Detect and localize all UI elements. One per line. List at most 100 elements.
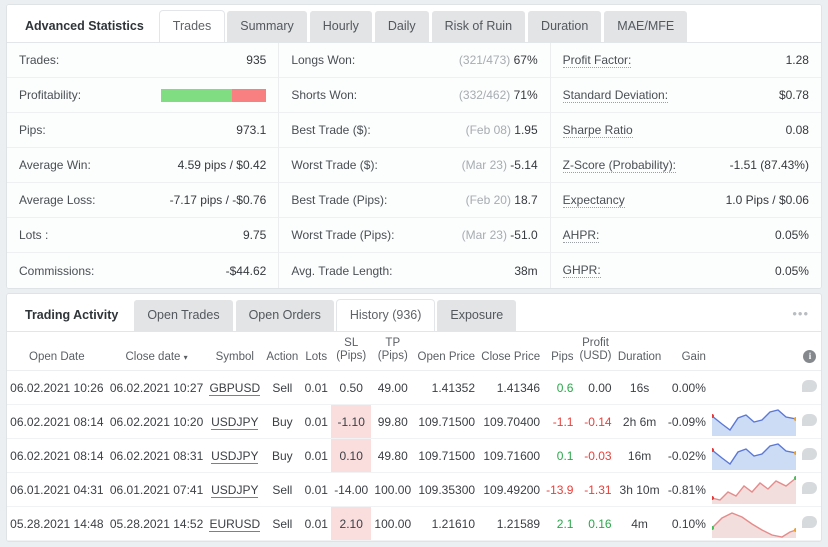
cell-action: Sell xyxy=(263,472,302,507)
comment-bubble-icon[interactable] xyxy=(802,414,818,426)
cell-lots: 0.01 xyxy=(301,472,332,507)
stat-row-z-score-probability: Z-Score (Probability): -1.51 (87.43%) xyxy=(550,148,821,183)
sparkline-chart xyxy=(711,511,796,538)
table-row[interactable]: 06.02.2021 10:26 06.02.2021 10:27 GBPUSD Se… xyxy=(7,370,821,405)
stat-value-main: 18.7 xyxy=(514,193,538,207)
stat-row-profit-factor: Profit Factor: 1.28 xyxy=(550,43,821,78)
table-row[interactable]: 06.02.2021 08:14 06.02.2021 10:20 USDJPY Bu… xyxy=(7,404,821,439)
tab-activity-open-trades[interactable]: Open Trades xyxy=(134,300,233,331)
cell-close-date: 05.28.2021 14:52 xyxy=(106,506,207,541)
cell-action: Sell xyxy=(263,370,302,405)
stat-value-detail: (Mar 23) xyxy=(461,228,507,242)
stat-label[interactable]: Sharpe Ratio xyxy=(562,123,633,138)
symbol-link[interactable]: GBPUSD xyxy=(209,380,261,396)
cell-profit-usd: -1.31 xyxy=(576,472,615,507)
stat-value-main: -$44.62 xyxy=(225,263,267,278)
col-close-price[interactable]: Close Price xyxy=(478,332,544,371)
col-profit-usd[interactable]: Profit (USD) xyxy=(576,332,615,371)
cell-symbol[interactable]: USDJPY xyxy=(206,404,264,439)
tab-activity-history-936[interactable]: History (936) xyxy=(336,300,435,331)
tab-stats-hourly[interactable]: Hourly xyxy=(309,11,372,42)
cell-symbol[interactable]: GBPUSD xyxy=(206,370,264,405)
col-profit-line1: Profit xyxy=(582,337,609,349)
cell-duration: 16s xyxy=(614,370,665,405)
cell-comment[interactable] xyxy=(798,370,821,405)
col-tp-pips[interactable]: TP (Pips) xyxy=(371,332,415,371)
stat-label: Pips: xyxy=(19,123,46,137)
stat-label[interactable]: Profit Factor: xyxy=(562,53,632,68)
cell-symbol[interactable]: EURUSD xyxy=(206,506,264,541)
stat-label[interactable]: Standard Deviation: xyxy=(562,88,669,103)
stat-value: 1.0 Pips / $0.06 xyxy=(726,193,809,207)
symbol-link[interactable]: USDJPY xyxy=(211,448,259,464)
tab-stats-summary[interactable]: Summary xyxy=(227,11,307,42)
col-action[interactable]: Action xyxy=(263,332,302,371)
cell-comment[interactable] xyxy=(798,404,821,439)
cell-close-price: 1.41346 xyxy=(478,370,544,405)
tab-activity-exposure[interactable]: Exposure xyxy=(437,300,517,331)
cell-comment[interactable] xyxy=(798,506,821,541)
stat-label[interactable]: AHPR: xyxy=(562,228,600,243)
tab-stats-daily[interactable]: Daily xyxy=(374,11,429,42)
cell-tp-pips: 100.00 xyxy=(371,472,415,507)
stat-row-worst-trade-pips: Worst Trade (Pips): (Mar 23) -51.0 xyxy=(279,218,550,253)
tab-stats-duration[interactable]: Duration xyxy=(528,11,602,42)
col-open-price[interactable]: Open Price xyxy=(414,332,479,371)
comment-bubble-icon[interactable] xyxy=(802,448,818,460)
stat-value-detail: (321/473) xyxy=(458,53,511,67)
stat-row-lots: Lots : 9.75 xyxy=(7,218,279,253)
history-table-header: Open Date Close date ▾ Symbol Action Lot… xyxy=(7,332,821,371)
col-close-date-label: Close date xyxy=(125,351,181,363)
col-symbol[interactable]: Symbol xyxy=(206,332,264,371)
stat-label[interactable]: Z-Score (Probability): xyxy=(562,158,677,173)
stat-value-main: -5.14 xyxy=(510,158,538,172)
cell-open-date: 06.01.2021 04:31 xyxy=(7,472,107,507)
stat-value-main: 973.1 xyxy=(236,123,267,137)
stat-label[interactable]: Expectancy xyxy=(562,193,625,208)
activity-tabstrip: Trading Activity Open Trades Open Orders Hi… xyxy=(7,294,821,332)
stat-label: Avg. Trade Length: xyxy=(291,263,393,278)
comment-bubble-icon[interactable] xyxy=(802,516,818,528)
overflow-menu-icon[interactable]: ••• xyxy=(792,306,809,321)
comment-bubble-icon[interactable] xyxy=(802,482,818,494)
tab-stats-risk-of-ruin[interactable]: Risk of Ruin xyxy=(431,11,526,42)
col-sl-pips[interactable]: SL (Pips) xyxy=(331,332,372,371)
stat-row-worst-trade: Worst Trade ($): (Mar 23) -5.14 xyxy=(279,148,550,183)
tab-stats-trades[interactable]: Trades xyxy=(159,11,225,42)
col-pips[interactable]: Pips xyxy=(543,332,577,371)
tab-activity-open-orders[interactable]: Open Orders xyxy=(235,300,334,331)
symbol-link[interactable]: USDJPY xyxy=(211,414,259,430)
col-open-date[interactable]: Open Date xyxy=(7,332,107,371)
stat-label: Commissions: xyxy=(19,263,95,278)
stat-value: -$44.62 xyxy=(226,264,267,278)
info-icon[interactable]: i xyxy=(803,350,817,363)
col-tp-line2: (Pips) xyxy=(377,350,408,362)
stat-row-best-trade-pips: Best Trade (Pips): (Feb 20) 18.7 xyxy=(279,183,550,218)
col-gain[interactable]: Gain xyxy=(664,332,709,371)
stat-value: 973.1 xyxy=(236,123,266,137)
cell-comment[interactable] xyxy=(798,438,821,473)
stat-label[interactable]: GHPR: xyxy=(562,263,601,278)
advanced-statistics-panel: Advanced Statistics Trades Summary Hourly Da… xyxy=(6,4,822,289)
cell-open-price: 1.21610 xyxy=(414,506,479,541)
cell-pips: 2.1 xyxy=(543,506,577,541)
comment-bubble-icon[interactable] xyxy=(802,380,818,392)
stat-value-detail: (Feb 08) xyxy=(465,123,511,137)
cell-symbol[interactable]: USDJPY xyxy=(206,472,264,507)
cell-sl-pips: 0.10 xyxy=(331,438,372,473)
cell-action: Sell xyxy=(263,506,302,541)
table-row[interactable]: 05.28.2021 14:48 05.28.2021 14:52 EURUSD Se… xyxy=(7,506,821,541)
table-row[interactable]: 06.01.2021 04:31 06.01.2021 07:41 USDJPY Se… xyxy=(7,472,821,507)
table-row[interactable]: 06.02.2021 08:14 06.02.2021 08:31 USDJPY Bu… xyxy=(7,438,821,473)
cell-sparkline xyxy=(708,404,799,439)
symbol-link[interactable]: EURUSD xyxy=(209,516,261,532)
stat-value: 935 xyxy=(246,53,266,67)
tab-stats-mae-mfe[interactable]: MAE/MFE xyxy=(604,11,688,42)
symbol-link[interactable]: USDJPY xyxy=(211,482,259,498)
cell-symbol[interactable]: USDJPY xyxy=(206,438,264,473)
col-lots[interactable]: Lots xyxy=(301,332,332,371)
col-close-date[interactable]: Close date ▾ xyxy=(106,332,207,371)
cell-comment[interactable] xyxy=(798,472,821,507)
cell-open-price: 109.35300 xyxy=(414,472,479,507)
col-duration[interactable]: Duration xyxy=(614,332,665,371)
